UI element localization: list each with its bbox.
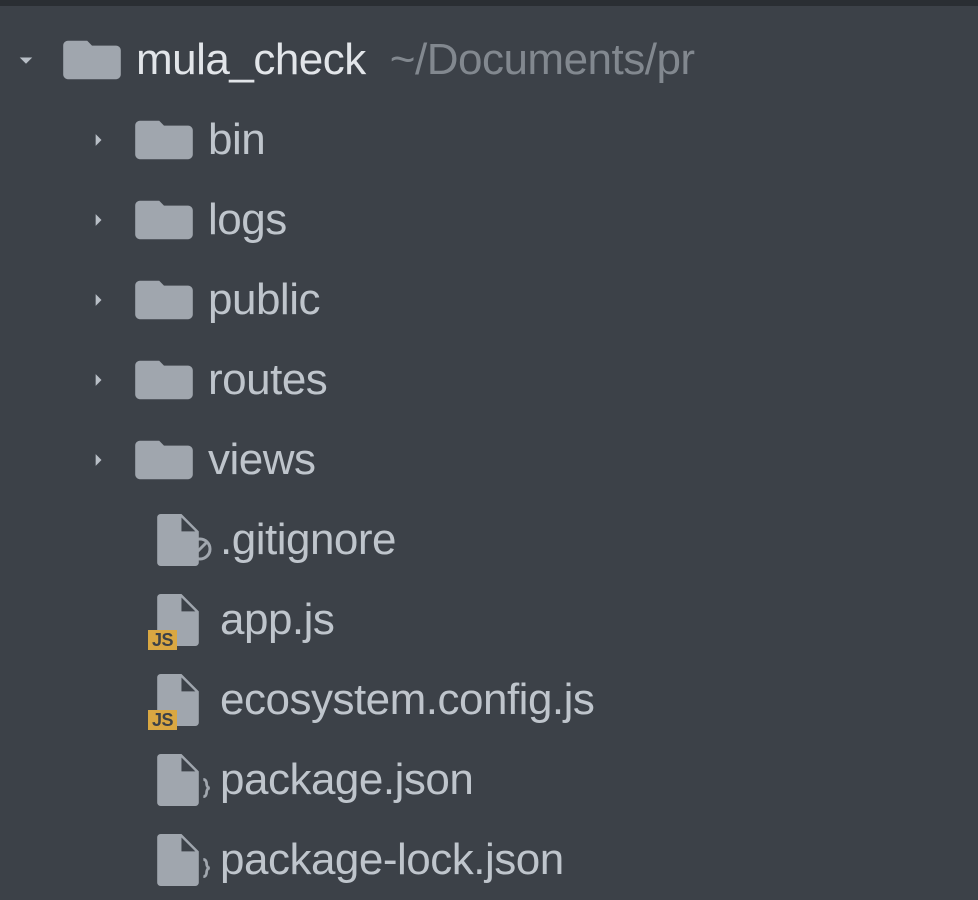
folder-label: public bbox=[208, 275, 320, 325]
folder-label: bin bbox=[208, 115, 265, 165]
folder-row-logs[interactable]: logs bbox=[0, 180, 978, 260]
folder-label: logs bbox=[208, 195, 287, 245]
folder-row-bin[interactable]: bin bbox=[0, 100, 978, 180]
chevron-right-icon bbox=[80, 282, 116, 318]
file-row-gitignore[interactable]: .gitignore bbox=[0, 500, 978, 580]
file-row-packagejson[interactable]: package.json bbox=[0, 740, 978, 820]
file-js-icon: JS bbox=[150, 592, 206, 648]
folder-icon bbox=[134, 196, 194, 244]
chevron-right-icon bbox=[80, 442, 116, 478]
folder-icon bbox=[134, 356, 194, 404]
chevron-right-icon bbox=[80, 122, 116, 158]
project-tree: mula_check ~/Documents/pr bin logs publi… bbox=[0, 0, 978, 900]
folder-row-public[interactable]: public bbox=[0, 260, 978, 340]
folder-icon bbox=[62, 36, 122, 84]
file-row-appjs[interactable]: JS app.js bbox=[0, 580, 978, 660]
file-label: app.js bbox=[220, 595, 334, 645]
folder-row-routes[interactable]: routes bbox=[0, 340, 978, 420]
folder-label: views bbox=[208, 435, 316, 485]
chevron-right-icon bbox=[80, 202, 116, 238]
folder-icon bbox=[134, 276, 194, 324]
chevron-right-icon bbox=[80, 362, 116, 398]
folder-row-views[interactable]: views bbox=[0, 420, 978, 500]
file-label: .gitignore bbox=[220, 515, 396, 565]
file-json-icon bbox=[150, 832, 206, 888]
file-ignore-icon bbox=[150, 512, 206, 568]
file-label: package-lock.json bbox=[220, 835, 564, 885]
folder-label: routes bbox=[208, 355, 327, 405]
file-js-icon: JS bbox=[150, 672, 206, 728]
folder-icon bbox=[134, 116, 194, 164]
project-root-path: ~/Documents/pr bbox=[390, 35, 695, 85]
project-root-row[interactable]: mula_check ~/Documents/pr bbox=[0, 20, 978, 100]
file-row-ecosystem[interactable]: JS ecosystem.config.js bbox=[0, 660, 978, 740]
file-json-icon bbox=[150, 752, 206, 808]
file-label: package.json bbox=[220, 755, 473, 805]
project-root-label: mula_check bbox=[136, 35, 366, 85]
folder-icon bbox=[134, 436, 194, 484]
file-label: ecosystem.config.js bbox=[220, 675, 594, 725]
chevron-down-icon bbox=[8, 42, 44, 78]
file-row-packagelock[interactable]: package-lock.json bbox=[0, 820, 978, 900]
